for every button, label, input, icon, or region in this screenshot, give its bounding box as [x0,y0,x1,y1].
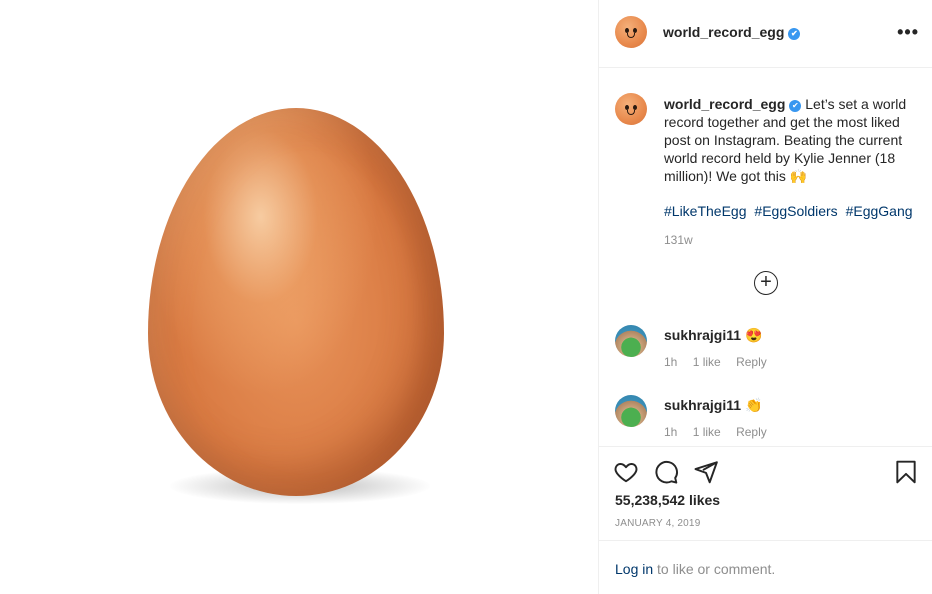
comment-icon[interactable] [653,459,679,485]
post-sidebar: world_record_egg ✔ ••• world_record_egg ✔ … [598,0,932,594]
caption-age[interactable]: 131w [664,233,693,247]
comment-line: sukhrajgi11 😍 [664,327,762,344]
commenter-avatar[interactable] [615,395,647,427]
reply-button[interactable]: Reply [736,425,767,439]
commenter-username[interactable]: sukhrajgi11 [664,397,741,413]
avatar-mouth [627,110,635,115]
comment-likes[interactable]: 1 like [693,355,721,369]
caption-text: world_record_egg ✔ Let’s set a world reco… [664,95,914,185]
post-header: world_record_egg ✔ ••• [599,0,932,68]
hashtag-link[interactable]: #EggGang [846,203,913,219]
login-prompt-rest: to like or comment. [653,561,776,577]
author-avatar[interactable] [615,16,647,48]
more-options-button[interactable]: ••• [897,22,919,43]
login-prompt: Log in to like or comment. [599,540,932,594]
egg-photo [148,108,444,496]
comment-likes[interactable]: 1 like [693,425,721,439]
comment: sukhrajgi11 😍 1h 1 like Reply [599,325,932,385]
comment-line: sukhrajgi11 👏 [664,397,762,414]
post-date[interactable]: JANUARY 4, 2019 [615,518,700,529]
hashtag-link[interactable]: #EggSoldiers [754,203,837,219]
bookmark-icon[interactable] [893,459,919,485]
action-bar: 55,238,542 likes JANUARY 4, 2019 [599,446,932,540]
heart-icon[interactable] [613,459,639,485]
post-image[interactable] [0,0,598,594]
comment-text: 👏 [745,397,763,413]
comment-age[interactable]: 1h [664,425,677,439]
comment-age[interactable]: 1h [664,355,677,369]
load-more-comments-button[interactable]: + [754,271,778,295]
caption-username[interactable]: world_record_egg [664,96,785,112]
comment: sukhrajgi11 👏 1h 1 like Reply [599,395,932,445]
author-username[interactable]: world_record_egg ✔ [663,24,801,40]
login-link[interactable]: Log in [615,561,653,577]
instagram-post: world_record_egg ✔ ••• world_record_egg ✔ … [0,0,932,594]
avatar-mouth [627,33,635,38]
comment-meta: 1h 1 like Reply [664,355,779,369]
caption-avatar[interactable] [615,93,647,125]
comment-text: 😍 [745,327,763,343]
commenter-username[interactable]: sukhrajgi11 [664,327,741,343]
hashtags: #LikeTheEgg #EggSoldiers #EggGang [664,203,917,219]
comment-meta: 1h 1 like Reply [664,425,779,439]
comments-section[interactable]: world_record_egg ✔ Let’s set a world reco… [599,69,932,445]
reply-button[interactable]: Reply [736,355,767,369]
hashtag-link[interactable]: #LikeTheEgg [664,203,747,219]
login-prompt-text: Log in to like or comment. [615,561,775,577]
verified-badge-icon: ✔ [788,28,801,40]
share-icon[interactable] [693,459,719,485]
likes-count[interactable]: 55,238,542 likes [615,492,720,508]
commenter-avatar[interactable] [615,325,647,357]
verified-badge-icon: ✔ [789,100,802,112]
author-username-text[interactable]: world_record_egg [663,24,784,40]
